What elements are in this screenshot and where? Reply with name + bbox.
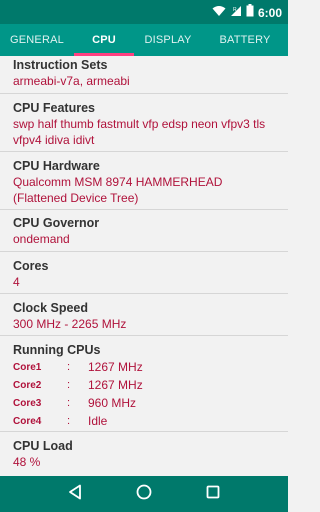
home-icon (136, 484, 152, 505)
cpu-governor-value: ondemand (13, 232, 70, 246)
cpu-governor-title: CPU Governor (13, 216, 100, 230)
svg-text:R: R (233, 7, 237, 13)
recents-button[interactable] (198, 479, 228, 509)
navigation-bar (0, 476, 288, 512)
back-button[interactable] (60, 479, 90, 509)
core-row: Core3 : 960 MHz (13, 394, 275, 412)
core-separator: : (67, 397, 71, 409)
cpu-info-list[interactable]: Instruction Sets armeabi-v7a, armeabi CP… (0, 56, 288, 476)
back-icon (68, 484, 82, 505)
cores-section: Cores 4 (0, 252, 288, 294)
instruction-sets-title: Instruction Sets (13, 58, 108, 72)
tab-bar: GENERAL CPU DISPLAY BATTERY (0, 24, 288, 56)
core-row: Core1 : 1267 MHz (13, 358, 275, 376)
core-frequency: Idle (88, 414, 108, 428)
wifi-icon (212, 4, 226, 22)
cpu-load-title: CPU Load (13, 439, 73, 453)
battery-icon (246, 4, 254, 22)
core-separator: : (67, 415, 71, 427)
running-cpus-section: Running CPUs Core1 : 1267 MHz Core2 : 12… (0, 336, 288, 432)
core-row: Core2 : 1267 MHz (13, 376, 275, 394)
cores-value: 4 (13, 275, 20, 289)
core-row: Core4 : Idle (13, 412, 275, 430)
tab-display[interactable]: DISPLAY (134, 24, 202, 56)
cpu-features-value: swp half thumb fastmult vfp edsp neon vf… (13, 117, 266, 147)
cpu-hardware-value: Qualcomm MSM 8974 HAMMERHEAD (Flattened … (13, 175, 223, 205)
core-separator: : (67, 379, 71, 391)
clock-speed-title: Clock Speed (13, 301, 89, 315)
core-name: Core4 (13, 415, 42, 427)
cpu-features-section: CPU Features swp half thumb fastmult vfp… (0, 94, 288, 152)
core-frequency: 1267 MHz (88, 360, 143, 374)
cpu-hardware-title: CPU Hardware (13, 159, 100, 173)
cpu-hardware-section: CPU Hardware Qualcomm MSM 8974 HAMMERHEA… (0, 152, 288, 210)
core-name: Core3 (13, 397, 42, 409)
tab-battery[interactable]: BATTERY (202, 24, 288, 56)
tab-general[interactable]: GENERAL (0, 24, 74, 56)
status-bar: R 6:00 (0, 0, 288, 24)
cpu-load-section: CPU Load 48 % (0, 432, 288, 476)
home-button[interactable] (129, 479, 159, 509)
clock-speed-section: Clock Speed 300 MHz - 2265 MHz (0, 294, 288, 336)
instruction-sets-section: Instruction Sets armeabi-v7a, armeabi (0, 56, 288, 94)
status-time: 6:00 (257, 6, 282, 20)
core-frequency: 1267 MHz (88, 378, 143, 392)
cpu-features-title: CPU Features (13, 101, 95, 115)
recents-icon (206, 485, 220, 504)
cores-title: Cores (13, 259, 49, 273)
core-name: Core1 (13, 361, 42, 373)
clock-speed-value: 300 MHz - 2265 MHz (13, 317, 127, 331)
core-name: Core2 (13, 379, 42, 391)
tab-cpu[interactable]: CPU (74, 24, 134, 56)
core-frequency: 960 MHz (88, 396, 137, 410)
instruction-sets-value: armeabi-v7a, armeabi (13, 74, 130, 88)
cpu-load-value: 48 % (13, 455, 41, 469)
cpu-governor-section: CPU Governor ondemand (0, 210, 288, 252)
signal-icon: R (230, 4, 242, 22)
core-separator: : (67, 361, 71, 373)
running-cpus-title: Running CPUs (13, 343, 101, 357)
status-icons: R 6:00 (212, 4, 282, 22)
